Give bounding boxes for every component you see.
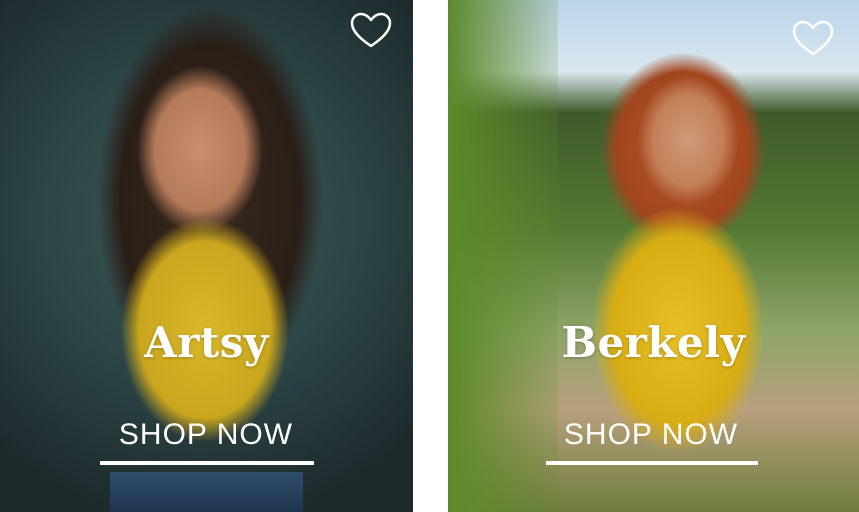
favorite-heart-icon[interactable] — [350, 12, 392, 50]
shop-now-link[interactable]: SHOP NOW — [544, 418, 758, 458]
product-card-artsy[interactable]: Artsy SHOP NOW — [0, 0, 413, 512]
brand-name: Artsy — [144, 318, 269, 367]
brand-name: Berkely — [561, 318, 746, 367]
shop-now-underline — [100, 461, 314, 465]
favorite-heart-icon[interactable] — [792, 20, 834, 58]
shop-now-link[interactable]: SHOP NOW — [98, 418, 314, 458]
product-card-berkely[interactable]: Berkely SHOP NOW — [448, 0, 859, 512]
shop-now-underline — [546, 461, 758, 465]
